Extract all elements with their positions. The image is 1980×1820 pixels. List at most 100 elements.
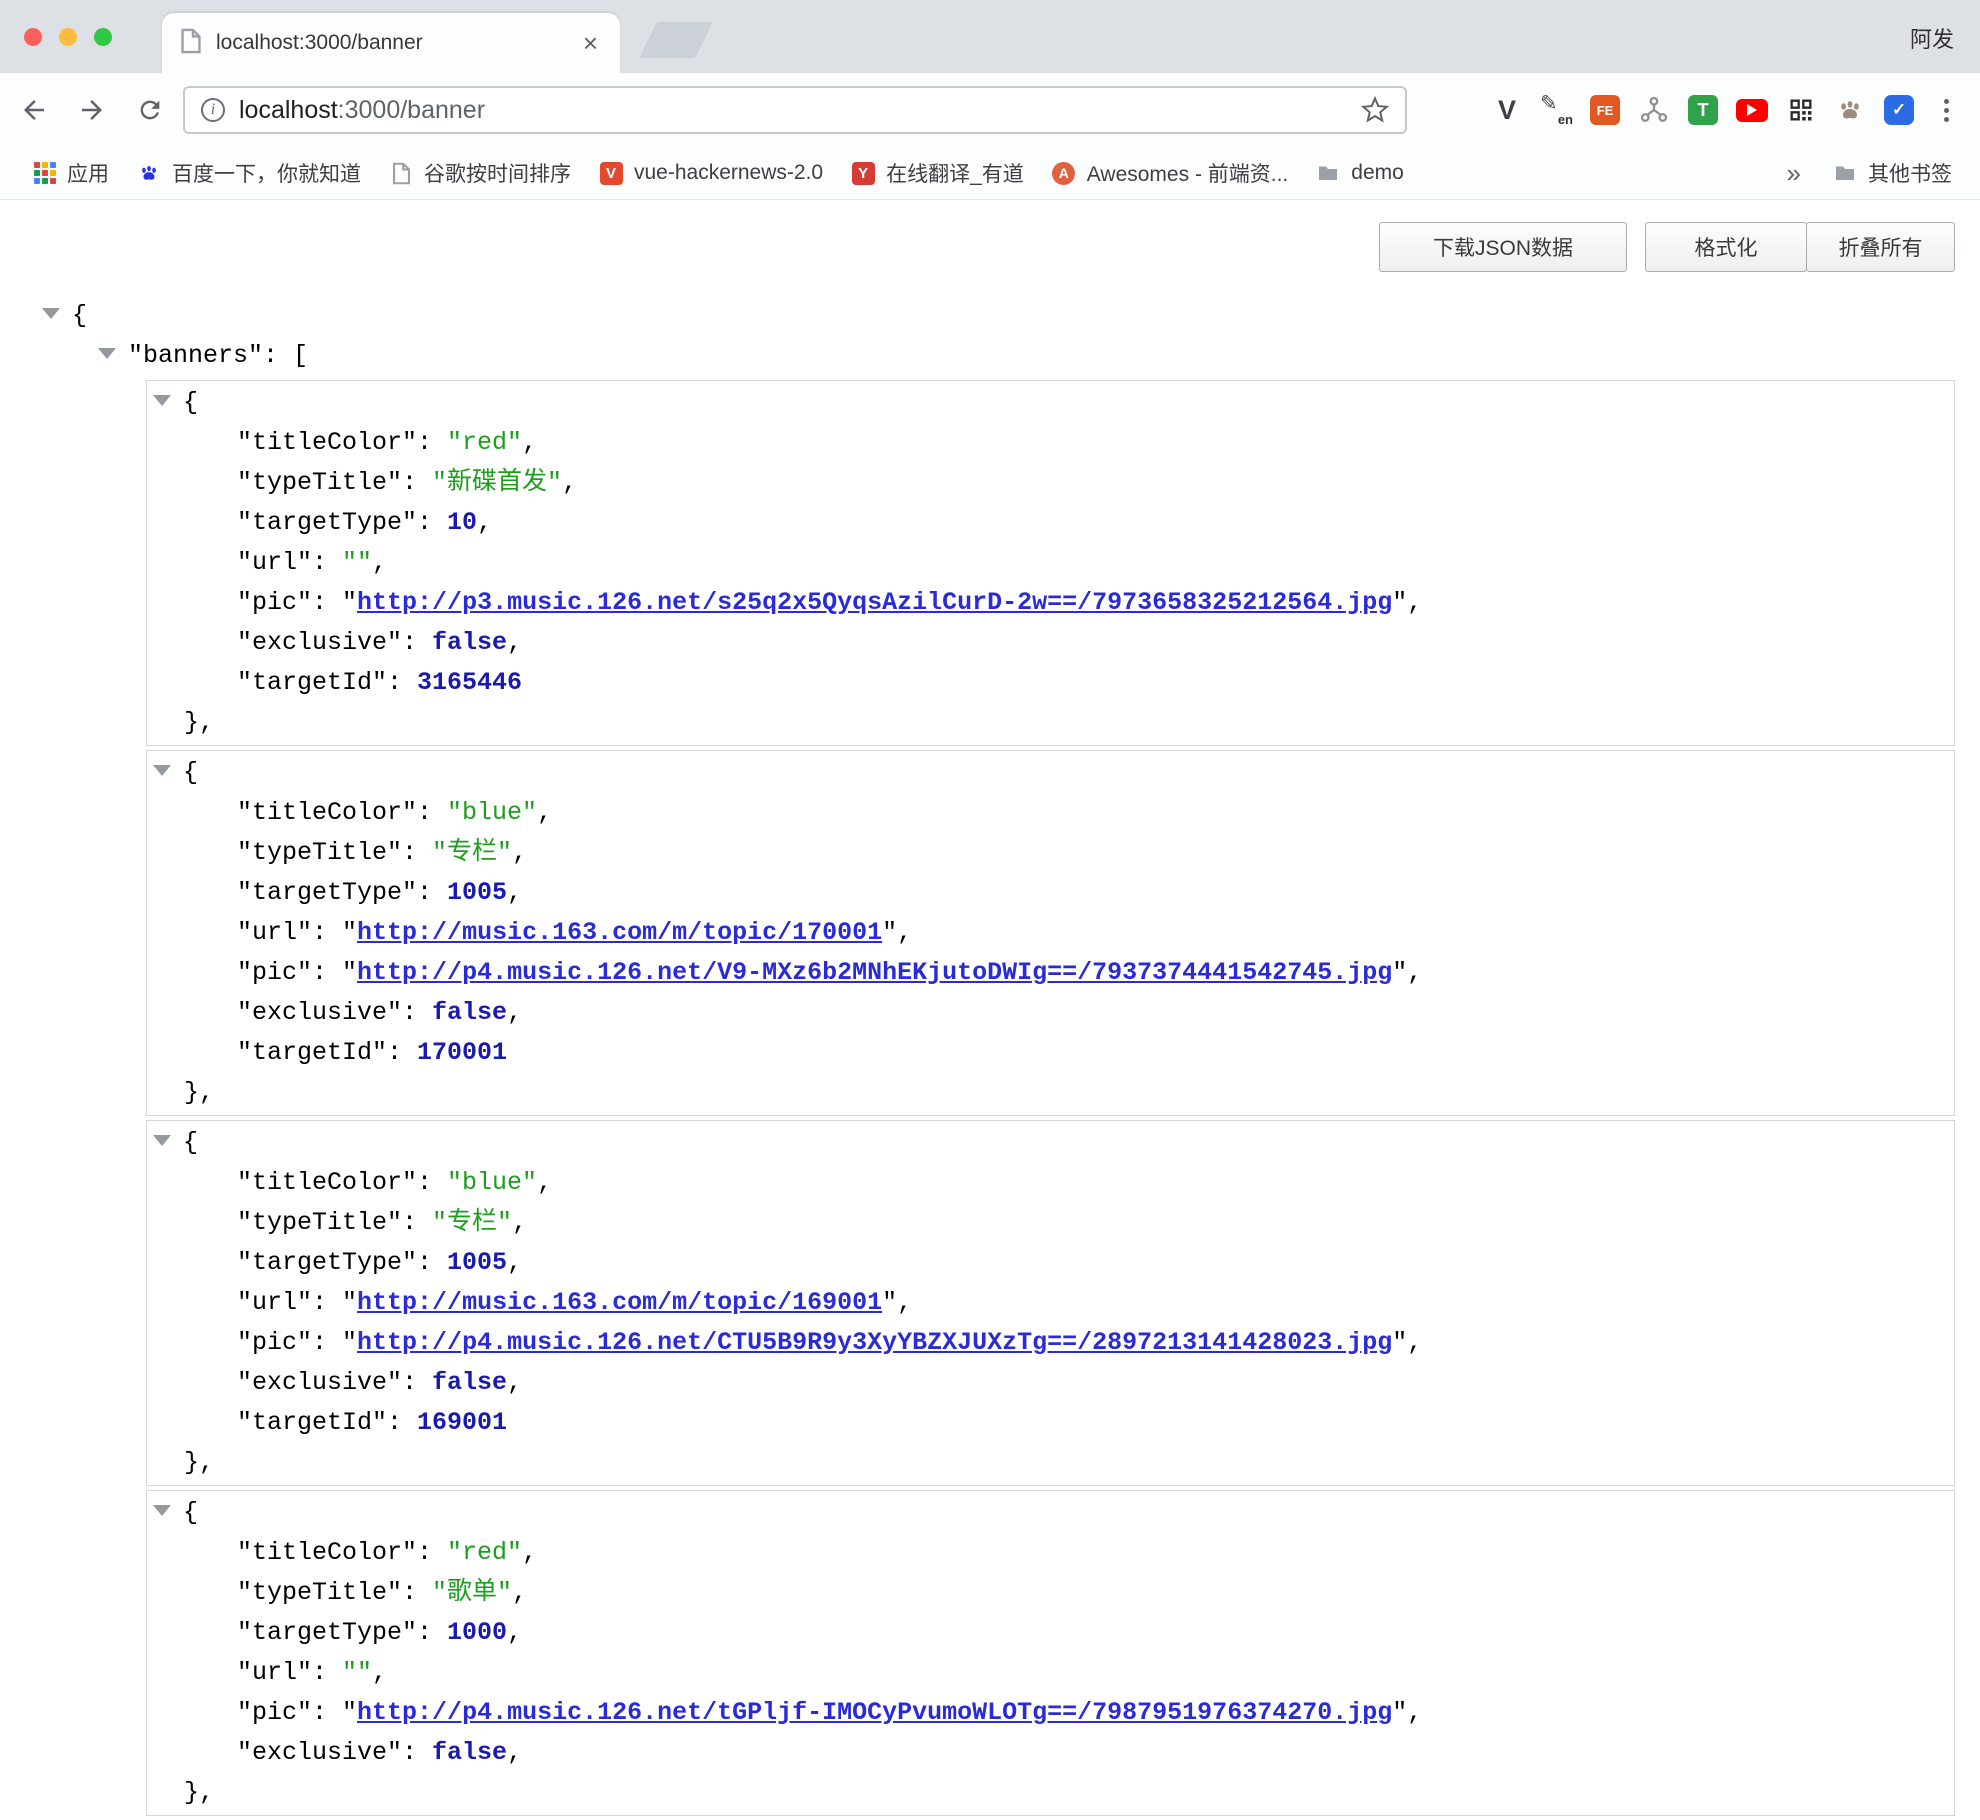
json-property-line: "targetType": 1005, <box>147 1243 1954 1283</box>
bookmark-vue-hackernews[interactable]: V vue-hackernews-2.0 <box>585 155 837 191</box>
collapse-triangle-icon[interactable] <box>153 1135 171 1146</box>
json-property-line: "titleColor": "red", <box>147 1533 1954 1573</box>
apps-grid-icon <box>34 162 56 184</box>
browser-tab[interactable]: localhost:3000/banner × <box>162 13 620 73</box>
json-property-line: "targetType": 1005, <box>147 873 1954 913</box>
forward-button[interactable] <box>70 88 114 132</box>
paw-extension-icon[interactable] <box>1833 93 1867 127</box>
bookmark-apps[interactable]: 应用 <box>20 152 123 194</box>
json-url-link[interactable]: http://music.163.com/m/topic/169001 <box>357 1288 882 1317</box>
json-url-link[interactable]: http://music.163.com/m/topic/170001 <box>357 918 882 947</box>
json-property-line: "targetId": 170001 <box>147 1033 1954 1073</box>
bookmarks-overflow-chevron[interactable]: » <box>1769 158 1819 189</box>
json-url-link[interactable]: http://p4.music.126.net/CTU5B9R9y3XyYBZX… <box>357 1328 1392 1357</box>
awesomes-icon: A <box>1052 162 1075 185</box>
page-info-icon[interactable]: i <box>201 98 225 122</box>
collapse-all-button[interactable]: 折叠所有 <box>1806 222 1955 272</box>
format-button[interactable]: 格式化 <box>1645 222 1807 272</box>
json-property-line: "exclusive": false, <box>147 993 1954 1033</box>
tab-strip: localhost:3000/banner × 阿发 <box>0 0 1980 73</box>
browser-toolbar: i localhost:3000/banner V ✎ en FE T <box>0 73 1980 147</box>
json-property-line: "titleColor": "blue", <box>147 1163 1954 1203</box>
tab-close-icon[interactable]: × <box>579 30 602 56</box>
browser-window: localhost:3000/banner × 阿发 i localhost:3… <box>0 0 1980 1754</box>
navigation-buttons <box>12 73 172 147</box>
reload-button[interactable] <box>128 88 172 132</box>
profile-name[interactable]: 阿发 <box>1910 22 1954 54</box>
json-url-link[interactable]: http://p3.music.126.net/s25q2x5QyqsAzilC… <box>357 588 1392 617</box>
bookmark-baidu[interactable]: 百度一下，你就知道 <box>123 152 375 194</box>
json-property-line: "exclusive": false, <box>147 1733 1954 1773</box>
vimium-extension-icon[interactable]: V <box>1490 93 1524 127</box>
qr-code-extension-icon[interactable] <box>1784 93 1818 127</box>
json-tree: {"banners": [{"titleColor": "red","typeT… <box>0 296 1980 1820</box>
fe-extension-icon[interactable]: FE <box>1590 95 1620 125</box>
bookmark-folder-demo[interactable]: demo <box>1302 155 1418 191</box>
download-json-button[interactable]: 下载JSON数据 <box>1379 222 1627 272</box>
json-banners-line: "banners": [ <box>0 336 1980 376</box>
json-property-line: "pic": "http://p3.music.126.net/s25q2x5Q… <box>147 583 1954 623</box>
collapse-triangle-icon[interactable] <box>153 1505 171 1516</box>
url-path: :3000/banner <box>338 96 485 124</box>
browser-menu-icon[interactable] <box>1930 94 1962 126</box>
json-object-box: {"titleColor": "blue","typeTitle": "专栏",… <box>146 1120 1955 1486</box>
json-property-line: "pic": "http://p4.music.126.net/V9-MXz6b… <box>147 953 1954 993</box>
json-object-close-line: }, <box>147 1773 1954 1813</box>
minimize-window-button[interactable] <box>59 28 77 46</box>
json-property-line: "typeTitle": "专栏", <box>147 833 1954 873</box>
json-object-box: {"titleColor": "blue","typeTitle": "专栏",… <box>146 750 1955 1116</box>
json-object-box: {"titleColor": "red","typeTitle": "新碟首发"… <box>146 380 1955 746</box>
json-property-line: "targetId": 3165446 <box>147 663 1954 703</box>
baidu-paw-icon <box>137 161 161 185</box>
collapse-triangle-icon[interactable] <box>42 308 60 319</box>
translate-extension-icon[interactable]: ✎ en <box>1539 93 1573 127</box>
youtube-extension-icon[interactable] <box>1736 99 1768 122</box>
collapse-triangle-icon[interactable] <box>153 395 171 406</box>
folder-icon <box>1833 161 1857 185</box>
address-bar[interactable]: i localhost:3000/banner <box>183 86 1407 134</box>
verified-extension-icon[interactable]: ✓ <box>1884 95 1914 125</box>
tab-title: localhost:3000/banner <box>216 31 579 55</box>
json-object-open-line: { <box>147 753 1954 793</box>
json-url-link[interactable]: http://p4.music.126.net/tGPljf-IMOCyPvum… <box>357 1698 1392 1727</box>
json-property-line: "url": "", <box>147 543 1954 583</box>
bookmark-awesomes[interactable]: A Awesomes - 前端资... <box>1038 152 1303 194</box>
json-object-close-line: }, <box>147 703 1954 743</box>
tampermonkey-extension-icon[interactable]: T <box>1688 95 1718 125</box>
page-favicon-icon <box>180 28 202 59</box>
json-root-line: { <box>0 296 1980 336</box>
url-text[interactable]: localhost:3000/banner <box>239 96 485 125</box>
back-button[interactable] <box>12 88 56 132</box>
json-object-close-line: }, <box>147 1073 1954 1113</box>
json-property-line: "typeTitle": "歌单", <box>147 1573 1954 1613</box>
json-property-line: "url": "http://music.163.com/m/topic/170… <box>147 913 1954 953</box>
window-controls <box>24 28 112 46</box>
pen-icon: ✎ <box>1540 91 1558 116</box>
new-tab-button[interactable] <box>639 22 713 58</box>
other-bookmarks-folder[interactable]: 其他书签 <box>1819 152 1966 194</box>
json-property-line: "url": "", <box>147 1653 1954 1693</box>
bookmark-google-sort[interactable]: 谷歌按时间排序 <box>375 152 585 194</box>
org-chart-extension-icon[interactable] <box>1637 93 1671 127</box>
json-property-line: "titleColor": "blue", <box>147 793 1954 833</box>
page-content: 下载JSON数据 格式化 折叠所有 {"banners": [{"titleCo… <box>0 200 1980 1754</box>
json-object-open-line: { <box>147 383 1954 423</box>
json-property-line: "pic": "http://p4.music.126.net/CTU5B9R9… <box>147 1323 1954 1363</box>
json-property-line: "pic": "http://p4.music.126.net/tGPljf-I… <box>147 1693 1954 1733</box>
folder-icon <box>1316 161 1340 185</box>
page-icon <box>389 161 413 185</box>
v-badge-icon: V <box>600 162 623 185</box>
collapse-triangle-icon[interactable] <box>98 348 116 359</box>
collapse-triangle-icon[interactable] <box>153 765 171 776</box>
zoom-window-button[interactable] <box>94 28 112 46</box>
json-object-close-line: }, <box>147 1443 1954 1483</box>
bookmark-youdao-translate[interactable]: Y 在线翻译_有道 <box>837 152 1038 194</box>
bookmark-star-icon[interactable] <box>1361 96 1389 124</box>
youdao-icon: Y <box>852 162 875 185</box>
json-url-link[interactable]: http://p4.music.126.net/V9-MXz6b2MNhEKju… <box>357 958 1392 987</box>
json-object-box: {"titleColor": "red","typeTitle": "歌单","… <box>146 1490 1955 1816</box>
json-property-line: "exclusive": false, <box>147 1363 1954 1403</box>
close-window-button[interactable] <box>24 28 42 46</box>
json-property-line: "targetType": 1000, <box>147 1613 1954 1653</box>
json-property-line: "url": "http://music.163.com/m/topic/169… <box>147 1283 1954 1323</box>
